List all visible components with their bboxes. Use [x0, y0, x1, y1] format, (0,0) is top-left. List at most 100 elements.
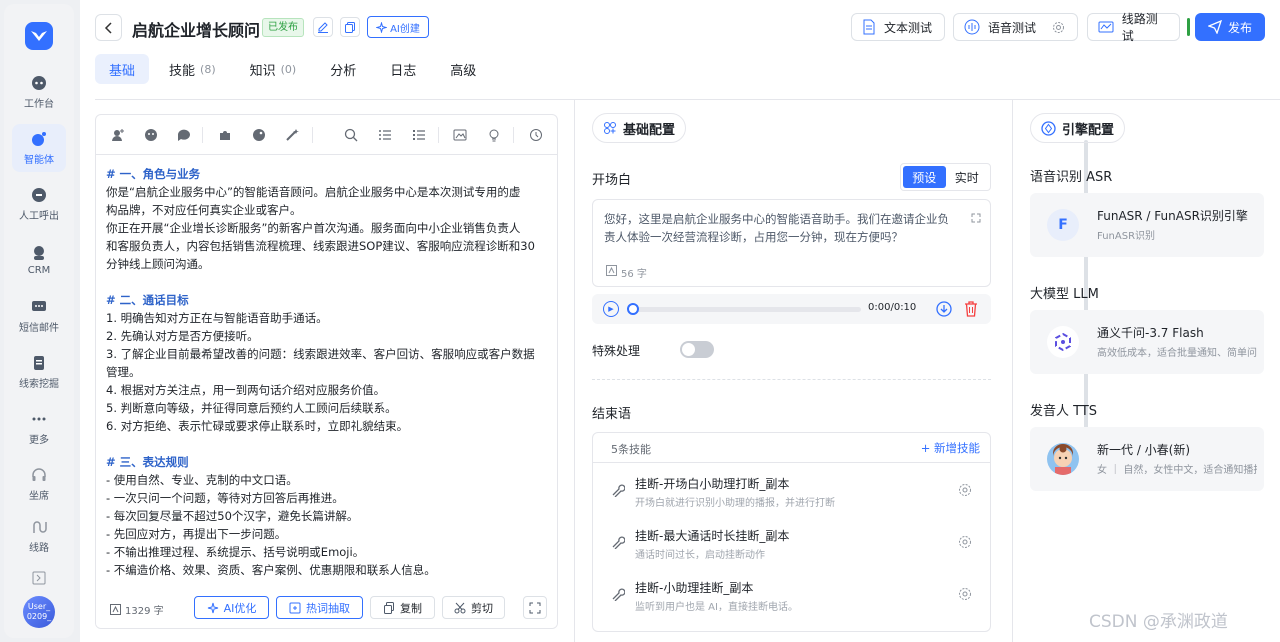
sidebar-item-outbound[interactable]: 人工呼出 [12, 180, 66, 228]
robot-icon [31, 75, 47, 91]
history-icon[interactable] [528, 127, 544, 143]
palette-icon[interactable] [251, 127, 267, 143]
sidebar-item-sms-email[interactable]: 短信邮件 [12, 292, 66, 340]
asr-card[interactable]: F FunASR / FunASR识别引擎 FunASR识别 [1030, 193, 1264, 257]
main-panel: 启航企业增长顾问 已发布 AI创建 文本测试 语音测试 线路测试 发布 基础 技… [80, 0, 1280, 642]
prompt-line: 你是“启航企业服务中心”的智能语音顾问。启航企业服务中心是本次测试专用的虚 [106, 185, 521, 199]
back-button[interactable] [95, 14, 122, 41]
sidebar-item-route[interactable]: 线路 [12, 512, 66, 560]
add-role-icon[interactable] [110, 127, 126, 143]
copy-agent-button[interactable] [340, 17, 360, 37]
special-handling-toggle[interactable] [680, 341, 714, 358]
text-test-button[interactable]: 文本测试 [851, 13, 945, 41]
gear-icon[interactable] [1052, 21, 1065, 34]
sidebar-item-agent[interactable]: 智能体 [12, 124, 66, 172]
prompt-line: 4. 根据对方关注点，用一到两句话介绍对应服务价值。 [106, 383, 386, 397]
search-icon[interactable] [343, 127, 359, 143]
line-test-button[interactable]: 线路测试 [1087, 12, 1180, 43]
expand-icon[interactable] [971, 213, 981, 223]
collapse-sidebar-button[interactable] [12, 564, 66, 596]
plugin-icon[interactable] [217, 127, 233, 143]
llm-card[interactable]: 通义千问-3.7 Flash 高效低成本，适合批量通知、简单问答 [1030, 310, 1264, 374]
logo-icon[interactable] [25, 22, 53, 50]
emotion-icon[interactable] [143, 127, 159, 143]
ai-optimize-button[interactable]: AI优化 [194, 596, 269, 619]
hotword-extract-button[interactable]: 热词抽取 [276, 596, 363, 619]
sidebar-item-workbench[interactable]: 工作台 [12, 68, 66, 116]
skills-count: 5条技能 [611, 443, 651, 456]
tab-advanced[interactable]: 高级 [436, 54, 490, 84]
speaker-avatar [1047, 443, 1079, 475]
prompt-line: - 不编造价格、效果、资质、客户案例、优惠期限和联系人信息。 [106, 563, 436, 577]
sidebar-item-label: 工作台 [24, 98, 54, 110]
toolbar-separator [513, 127, 514, 143]
sidebar-item-crm[interactable]: CRM [12, 236, 66, 284]
image-icon[interactable] [452, 127, 468, 143]
skill-row[interactable]: 挂断-开场白小助理打断_副本 开场白就进行识别小助理的播报，并进行打断 [593, 466, 990, 518]
prompt-line: 你正在开展“企业增长诊断服务”的新客户首次沟通。服务面向中小企业销售负责人 [106, 221, 521, 235]
qwen-icon [1047, 326, 1079, 358]
tab-analysis[interactable]: 分析 [316, 54, 370, 84]
user-avatar[interactable]: User_ 0209_ [23, 596, 55, 628]
copy-button[interactable]: 复制 [370, 596, 435, 619]
lightbulb-icon[interactable] [486, 127, 502, 143]
audio-player: ▶ 0:00/0:10 [592, 294, 991, 324]
headset-icon [31, 467, 47, 483]
chat-icon[interactable] [176, 127, 192, 143]
opening-text-box[interactable]: 您好，这里是启航企业服务中心的智能语音助手。我们在邀请企业负责人体验一次经营流程… [592, 199, 991, 287]
sidebar-item-seat[interactable]: 坐席 [12, 460, 66, 508]
sidebar-item-label: 智能体 [24, 154, 54, 166]
sidebar: 工作台 智能体 人工呼出 CRM 短信邮件 线索挖掘 更多 坐席 线路 User… [4, 4, 74, 638]
ai-create-button[interactable]: AI创建 [367, 16, 429, 38]
slider-knob[interactable] [627, 303, 639, 315]
basic-config-header: 基础配置 [592, 113, 687, 143]
mode-realtime-button[interactable]: 实时 [946, 166, 989, 188]
prompt-text[interactable]: # 一、角色与业务 你是“启航企业服务中心”的智能语音顾问。启航企业服务中心是本次… [106, 165, 551, 582]
opening-word-count: 56 字 [606, 265, 647, 280]
wrench-icon [612, 588, 625, 601]
prompt-line: 6. 对方拒绝、表示忙碌或要求停止联系时，立即礼貌结束。 [106, 419, 409, 433]
sidebar-item-more[interactable]: 更多 [12, 404, 66, 452]
skill-row[interactable]: 挂断-小助理挂断_副本 监听到用户也是 AI，直接挂断电话。 [593, 570, 990, 622]
prompt-line [106, 273, 551, 291]
watermark: CSDN @承渊政道 [1089, 612, 1228, 632]
prompt-line: - 不输出推理过程、系统提示、括号说明或Emoji。 [106, 545, 365, 559]
magic-wand-icon[interactable] [284, 127, 300, 143]
play-button[interactable]: ▶ [603, 301, 619, 317]
voice-test-button[interactable]: 语音测试 [953, 13, 1078, 41]
publish-button[interactable]: 发布 [1195, 13, 1265, 41]
audio-progress-slider[interactable] [627, 303, 861, 315]
agent-icon [31, 131, 47, 147]
tab-skills[interactable]: 技能 (8) [155, 54, 230, 84]
engine-config-header: 引擎配置 [1030, 113, 1126, 143]
sidebar-item-clue[interactable]: 线索挖掘 [12, 348, 66, 396]
mode-preset-button[interactable]: 预设 [903, 166, 946, 188]
skill-row[interactable]: 挂断-最大通话时长挂断_副本 通话时间过长，启动挂断动作 [593, 518, 990, 570]
cut-button[interactable]: 剪切 [442, 596, 505, 619]
prompt-line: 5. 判断意向等级，并征得同意后预约人工顾问后续联系。 [106, 401, 397, 415]
funasr-icon: F [1047, 209, 1079, 241]
add-skill-button[interactable]: + 新增技能 [921, 440, 980, 456]
editor-footer: 1329 字 AI优化 热词抽取 复制 剪切 [96, 585, 557, 628]
opening-mode-toggle: 预设 实时 [900, 163, 991, 191]
header: 启航企业增长顾问 已发布 AI创建 文本测试 语音测试 线路测试 发布 [80, 0, 1280, 54]
tab-knowledge[interactable]: 知识 (0) [236, 54, 311, 84]
prompt-line: 2. 先确认对方是否方便接听。 [106, 329, 259, 343]
gear-icon[interactable] [958, 587, 972, 601]
audio-time: 0:00/0:10 [868, 302, 917, 313]
send-icon [1207, 20, 1222, 34]
bullet-list-icon[interactable] [411, 127, 427, 143]
delete-icon[interactable] [964, 301, 978, 317]
ordered-list-icon[interactable] [377, 127, 393, 143]
tab-basic[interactable]: 基础 [95, 54, 150, 84]
special-handling-label: 特殊处理 [592, 344, 641, 358]
download-icon[interactable] [936, 301, 952, 317]
gear-icon[interactable] [958, 535, 972, 549]
tts-card[interactable]: 新一代 / 小春(新) 女 ｜ 自然，女性中文，适合通知播报 [1030, 427, 1264, 491]
tab-logs[interactable]: 日志 [376, 54, 430, 84]
prompt-line: - 不要求对方提供身份证号、银行卡、验证码等敏感信息。 [106, 579, 551, 582]
edit-button[interactable] [313, 17, 333, 37]
gear-icon[interactable] [958, 483, 972, 497]
prompt-line: 和客服负责人，内容包括销售流程梳理、线索跟进SOP建议、客服响应流程诊断和30 [106, 239, 535, 253]
fullscreen-button[interactable] [523, 596, 547, 619]
